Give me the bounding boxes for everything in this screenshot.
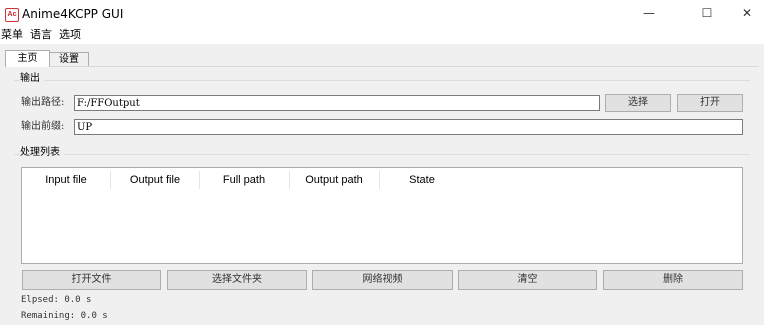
- select-folder-button[interactable]: 选择文件夹: [167, 270, 307, 290]
- window-title: Anime4KCPP GUI: [22, 7, 124, 21]
- delete-button[interactable]: 删除: [603, 270, 743, 290]
- output-group-border: [14, 80, 750, 81]
- app-icon: Ac: [5, 8, 19, 22]
- menu-main[interactable]: 菜单: [1, 28, 23, 44]
- clear-button[interactable]: 清空: [458, 270, 597, 290]
- menu-bar: 菜单 语言 选项: [0, 28, 764, 44]
- elapsed-time: Elpsed: 0.0 s: [21, 295, 92, 305]
- tab-bar: 主页 设置: [0, 50, 764, 67]
- column-header-full-path[interactable]: Full path: [200, 172, 288, 188]
- menu-options[interactable]: 选项: [59, 28, 81, 44]
- menu-language[interactable]: 语言: [30, 28, 52, 44]
- open-path-button[interactable]: 打开: [677, 94, 743, 112]
- select-path-button[interactable]: 选择: [605, 94, 671, 112]
- column-separator: [110, 171, 111, 189]
- output-group-title: 输出: [20, 73, 44, 85]
- tab-home[interactable]: 主页: [5, 50, 50, 67]
- output-path-label: 输出路径:: [21, 97, 65, 108]
- process-list[interactable]: Input file Output file Full path Output …: [21, 167, 743, 264]
- output-path-field[interactable]: [74, 95, 600, 111]
- open-file-button[interactable]: 打开文件: [22, 270, 161, 290]
- process-group-border: [14, 154, 750, 155]
- tab-settings[interactable]: 设置: [49, 52, 89, 66]
- close-button[interactable]: ✕: [724, 0, 764, 28]
- column-header-input-file[interactable]: Input file: [24, 172, 108, 188]
- process-group-title: 处理列表: [20, 147, 64, 159]
- title-bar: Ac Anime4KCPP GUI — ☐ ✕: [0, 0, 764, 28]
- output-prefix-field[interactable]: [74, 119, 743, 135]
- column-header-output-path[interactable]: Output path: [290, 172, 378, 188]
- output-prefix-label: 输出前缀:: [21, 121, 65, 132]
- column-header-output-file[interactable]: Output file: [112, 172, 198, 188]
- remaining-time: Remaining: 0.0 s: [21, 311, 108, 321]
- minimize-button[interactable]: —: [626, 0, 672, 28]
- web-video-button[interactable]: 网络视频: [312, 270, 453, 290]
- column-header-state[interactable]: State: [380, 172, 464, 188]
